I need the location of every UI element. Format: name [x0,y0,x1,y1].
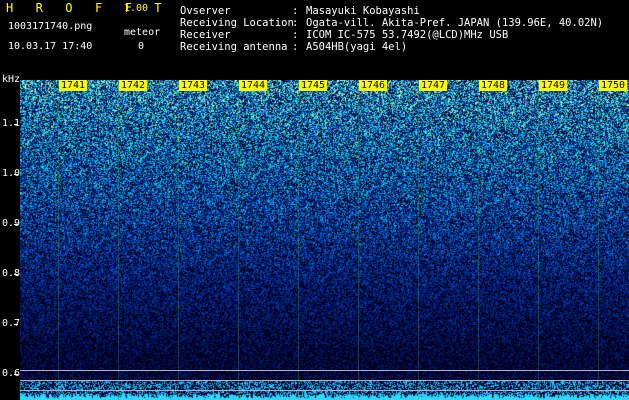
y-tick-mark [14,274,18,275]
y-tick-mark [14,224,18,225]
receiver-value: ICOM IC-575 53.7492(@LCD)MHz USB [306,29,509,41]
location-colon: : [292,17,299,29]
y-tick-mark [14,124,18,125]
antenna-label: Receiving antenna [180,41,288,53]
antenna-value: A504HB(yagi 4el) [306,41,408,53]
observer-value: Masayuki Kobayashi [306,5,420,17]
antenna-colon: : [292,41,299,53]
meteor-count: 0 [138,41,145,52]
time-label: 1747 [419,80,448,91]
time-gridline [178,80,179,400]
time-gridline [58,80,59,400]
time-label: 1746 [359,80,388,91]
y-tick-mark [14,174,18,175]
time-gridline [118,80,119,400]
time-gridline [418,80,419,400]
capture-datetime: 10.03.17 17:40 [8,41,93,52]
time-gridline [478,80,479,400]
time-gridline [598,80,599,400]
time-label: 1750 [599,80,628,91]
observer-colon: : [292,5,299,17]
time-gridline [298,80,299,400]
time-label: 1741 [59,80,88,91]
y-tick-mark [14,324,18,325]
observer-label: Ovserver [180,5,231,17]
app-version: 1.00 [124,3,149,14]
time-gridline [238,80,239,400]
receiver-label: Receiver [180,29,231,41]
frequency-marker-line [20,370,629,371]
time-label: 1745 [299,80,328,91]
frequency-marker-line [20,390,629,391]
location-label: Receiving Location [180,17,294,29]
meteor-label: meteor [124,27,161,38]
time-label: 1744 [239,80,268,91]
time-gridline [538,80,539,400]
time-label: 1742 [119,80,148,91]
time-label: 1749 [539,80,568,91]
time-gridline [358,80,359,400]
frequency-marker-line [20,380,629,381]
y-tick-mark [14,374,18,375]
file-name: 1003171740.png [8,21,93,32]
y-axis-unit: kHz [2,74,21,85]
receiver-colon: : [292,29,299,41]
location-value: Ogata-vill. Akita-Pref. JAPAN (139.96E, … [306,17,604,29]
time-label: 1748 [479,80,508,91]
time-label: 1743 [179,80,208,91]
